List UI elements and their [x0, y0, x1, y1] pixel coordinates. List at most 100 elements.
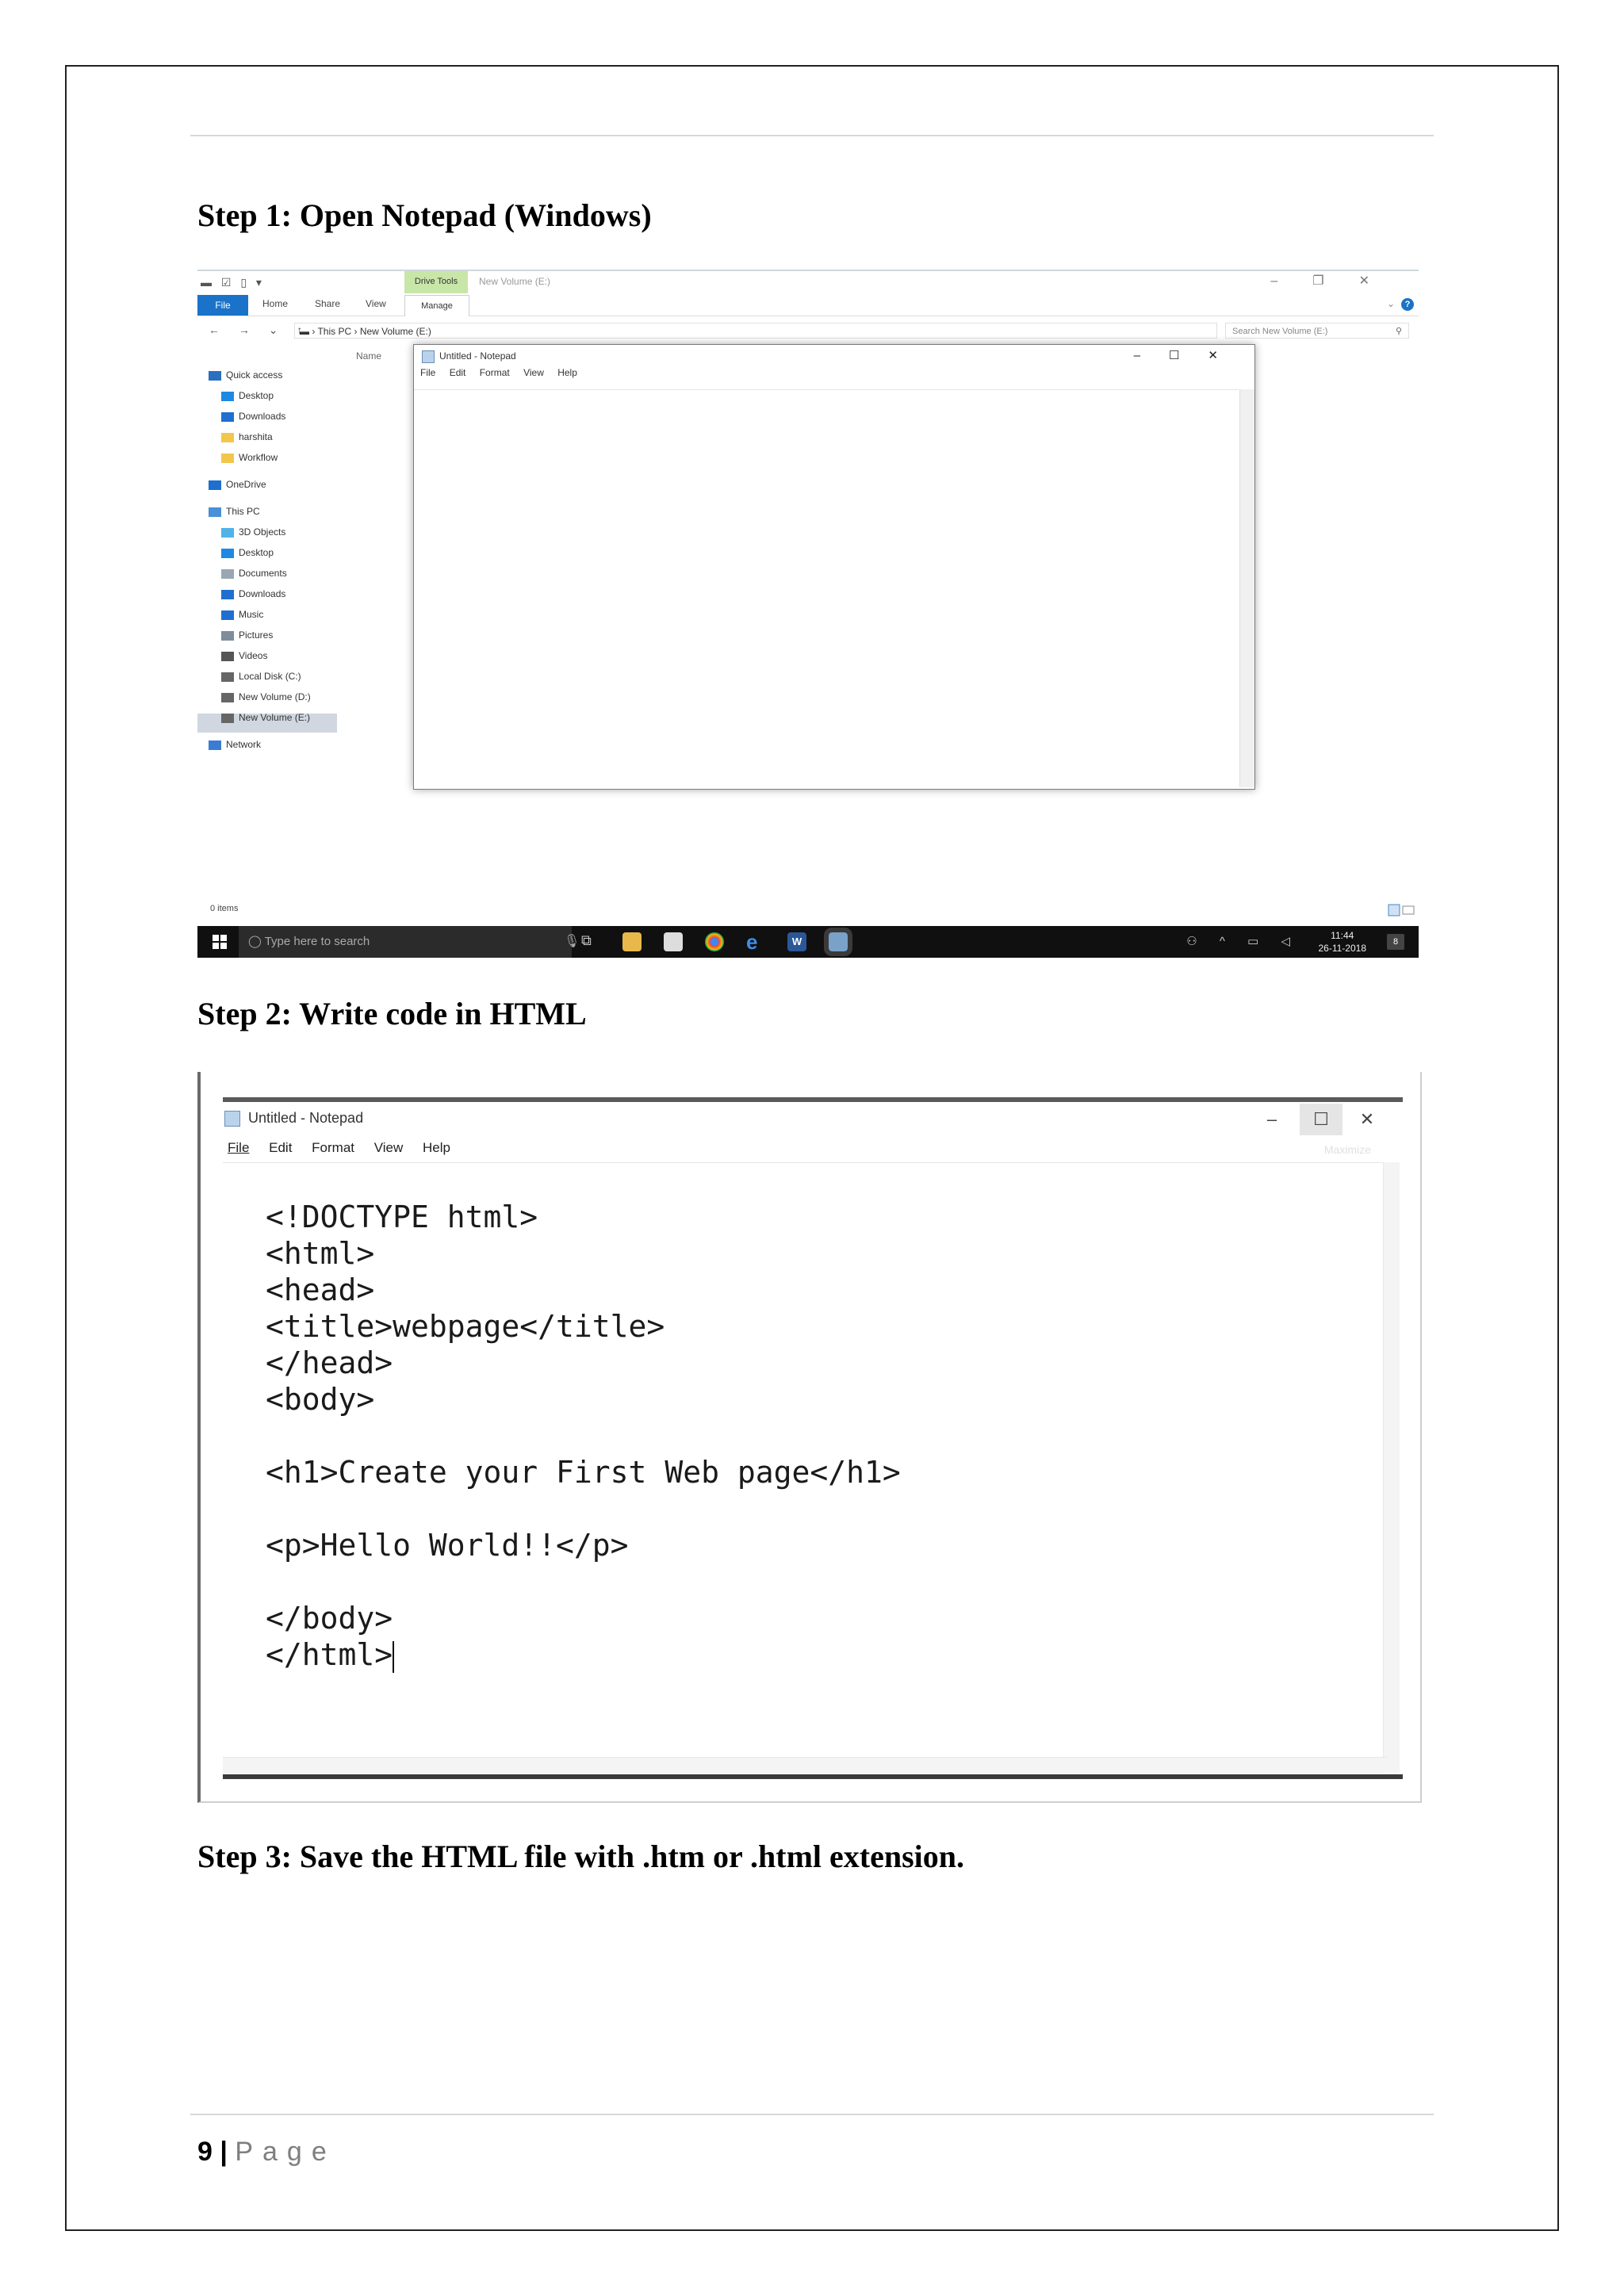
- file-explorer-screenshot: ▬ ☑ ▯ ▾ Drive Tools New Volume (E:) –❐✕ …: [197, 270, 1419, 958]
- breadcrumb-current[interactable]: New Volume (E:): [360, 326, 431, 337]
- video-icon: [221, 651, 234, 661]
- vertical-scrollbar[interactable]: [1239, 389, 1254, 787]
- sidebar-item-label: OneDrive: [226, 479, 266, 490]
- code-line: <body>: [266, 1382, 375, 1417]
- notepad-large-menu-bar: File Edit Format View Help: [228, 1140, 450, 1156]
- chrome-icon[interactable]: [705, 932, 724, 951]
- taskbar-clock[interactable]: 11:44 26-11-2018: [1319, 929, 1367, 955]
- notepad-menu-bar: File Edit Format View Help: [420, 367, 577, 378]
- taskbar-search-box[interactable]: ◯ Type here to search 🎙: [239, 926, 580, 958]
- windows-start-icon[interactable]: [212, 934, 228, 950]
- sidebar-item[interactable]: Network: [209, 736, 261, 753]
- system-tray-icons[interactable]: ⚇ ^ ▭ ◁: [1186, 934, 1300, 948]
- sidebar-item-label: Quick access: [226, 369, 283, 381]
- folder-icon: [221, 432, 234, 442]
- sidebar-item[interactable]: This PC: [209, 503, 260, 520]
- page-number: 9: [197, 2137, 213, 2167]
- clock-date: 26-11-2018: [1318, 943, 1367, 954]
- task-view-icon[interactable]: ⧉: [581, 932, 600, 951]
- tab-view[interactable]: View: [366, 298, 386, 309]
- step3-heading: Step 3: Save the HTML file with .htm or …: [197, 1839, 965, 1874]
- tab-manage[interactable]: Manage: [404, 295, 469, 316]
- mail-icon[interactable]: [664, 932, 683, 951]
- microphone-icon[interactable]: 🎙: [564, 926, 580, 958]
- sidebar-item-label: Desktop: [239, 390, 274, 401]
- tab-share[interactable]: Share: [315, 298, 340, 309]
- sidebar-item-label: Local Disk (C:): [239, 671, 301, 682]
- footer-rule: [190, 2114, 1434, 2115]
- menu-file[interactable]: File: [228, 1140, 249, 1155]
- notepad-taskbar-icon[interactable]: [824, 928, 852, 956]
- menu-format[interactable]: Format: [480, 367, 510, 378]
- sidebar-item[interactable]: 3D Objects: [221, 523, 285, 541]
- step2-heading: Step 2: Write code in HTML: [197, 996, 587, 1031]
- sidebar-item[interactable]: Desktop: [221, 544, 274, 561]
- sidebar-item[interactable]: harshita: [221, 428, 273, 446]
- address-bar-row: ← → ⌄ ↑ ▬ › This PC › New Volume (E:) Se…: [197, 319, 1419, 342]
- help-icon[interactable]: ?: [1401, 298, 1414, 311]
- vertical-scrollbar[interactable]: [1383, 1162, 1400, 1773]
- sidebar-item[interactable]: Documents: [221, 564, 287, 582]
- edge-icon[interactable]: e: [746, 932, 765, 952]
- footer-separator: |: [220, 2137, 228, 2167]
- tab-file[interactable]: File: [197, 295, 248, 316]
- address-bar[interactable]: ▬ › This PC › New Volume (E:): [294, 323, 1217, 339]
- sidebar-item[interactable]: Videos: [221, 647, 267, 664]
- sidebar-item-label: New Volume (E:): [239, 712, 311, 723]
- computer-icon: [209, 507, 221, 517]
- maximize-icon[interactable]: ☐: [1300, 1104, 1342, 1135]
- notepad-window-controls[interactable]: –☐✕: [1134, 345, 1247, 367]
- sidebar-item[interactable]: Local Disk (C:): [221, 668, 301, 685]
- sidebar-item[interactable]: Pictures: [221, 626, 273, 644]
- notepad-title-bar[interactable]: Untitled - Notepad –☐✕: [414, 345, 1254, 367]
- menu-edit[interactable]: Edit: [269, 1140, 292, 1155]
- menu-file[interactable]: File: [420, 367, 435, 378]
- header-rule: [190, 135, 1434, 136]
- sidebar-item[interactable]: Downloads: [221, 585, 285, 603]
- ribbon-tabs: File Home Share View Manage ⌄ ?: [197, 295, 1419, 316]
- sidebar-item[interactable]: New Volume (E:): [221, 709, 310, 726]
- menu-view[interactable]: View: [374, 1140, 404, 1155]
- sidebar-item[interactable]: New Volume (D:): [221, 688, 311, 706]
- code-line: <p>Hello World!!</p>: [266, 1528, 629, 1563]
- sidebar-item[interactable]: Desktop: [221, 387, 274, 404]
- explorer-window-controls[interactable]: –❐✕: [1270, 273, 1404, 289]
- sidebar-item[interactable]: Downloads: [221, 408, 285, 425]
- horizontal-scrollbar[interactable]: [223, 1757, 1387, 1774]
- notepad-title: Untitled - Notepad: [439, 350, 516, 362]
- cube-icon: [221, 527, 234, 538]
- file-explorer-taskbar-icon[interactable]: [622, 932, 642, 951]
- view-toggle-icon[interactable]: [1387, 902, 1415, 918]
- maximize-tooltip: Maximize: [1323, 1143, 1371, 1156]
- menu-view[interactable]: View: [523, 367, 544, 378]
- close-icon[interactable]: ✕: [1346, 1104, 1388, 1135]
- column-header-name[interactable]: Name: [356, 350, 381, 362]
- menu-help[interactable]: Help: [423, 1140, 450, 1155]
- sidebar-item[interactable]: OneDrive: [209, 476, 266, 493]
- explorer-search-input[interactable]: Search New Volume (E:) ⚲: [1225, 323, 1409, 339]
- chevron-down-icon[interactable]: ⌄: [1387, 298, 1395, 309]
- menu-edit[interactable]: Edit: [450, 367, 466, 378]
- menu-format[interactable]: Format: [312, 1140, 354, 1155]
- word-icon[interactable]: W: [787, 932, 806, 951]
- sidebar-item-label: Desktop: [239, 547, 274, 558]
- minimize-icon[interactable]: –: [1251, 1104, 1293, 1135]
- star-icon: [209, 370, 221, 381]
- html-code-text[interactable]: <!DOCTYPE html> <html> <head> <title>web…: [266, 1199, 901, 1673]
- sidebar-item-label: Pictures: [239, 629, 274, 641]
- menu-help[interactable]: Help: [557, 367, 577, 378]
- sidebar-item[interactable]: Music: [221, 606, 263, 623]
- tab-home[interactable]: Home: [262, 298, 288, 309]
- sidebar-item-label: Network: [226, 739, 262, 750]
- sidebar-item[interactable]: Quick access: [209, 366, 282, 384]
- breadcrumb-this-pc[interactable]: This PC: [317, 326, 351, 337]
- folder-icon: [221, 453, 234, 463]
- quick-access-toolbar[interactable]: ▬ ☑ ▯ ▾: [201, 276, 265, 289]
- network-icon: [209, 740, 221, 750]
- sidebar-item[interactable]: Workflow: [221, 449, 278, 466]
- notepad-window-small[interactable]: Untitled - Notepad –☐✕ File Edit Format …: [413, 344, 1255, 790]
- sidebar-item-label: Music: [239, 609, 264, 620]
- notepad-text-area[interactable]: [414, 389, 1239, 788]
- notification-center-icon[interactable]: 8: [1387, 934, 1404, 950]
- cloud-icon: [209, 480, 221, 490]
